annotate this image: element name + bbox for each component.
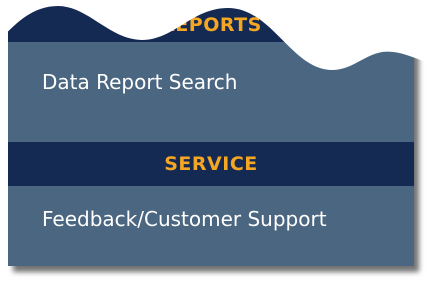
service-section-title: SERVICE	[164, 153, 258, 175]
service-section-header: SERVICE	[8, 142, 414, 186]
feedback-customer-support-link[interactable]: Feedback/Customer Support	[42, 207, 327, 231]
menu-widget: REPORTS Data Report Search SERVICE Feedb…	[0, 0, 434, 284]
torn-edge-overlay	[0, 0, 426, 70]
